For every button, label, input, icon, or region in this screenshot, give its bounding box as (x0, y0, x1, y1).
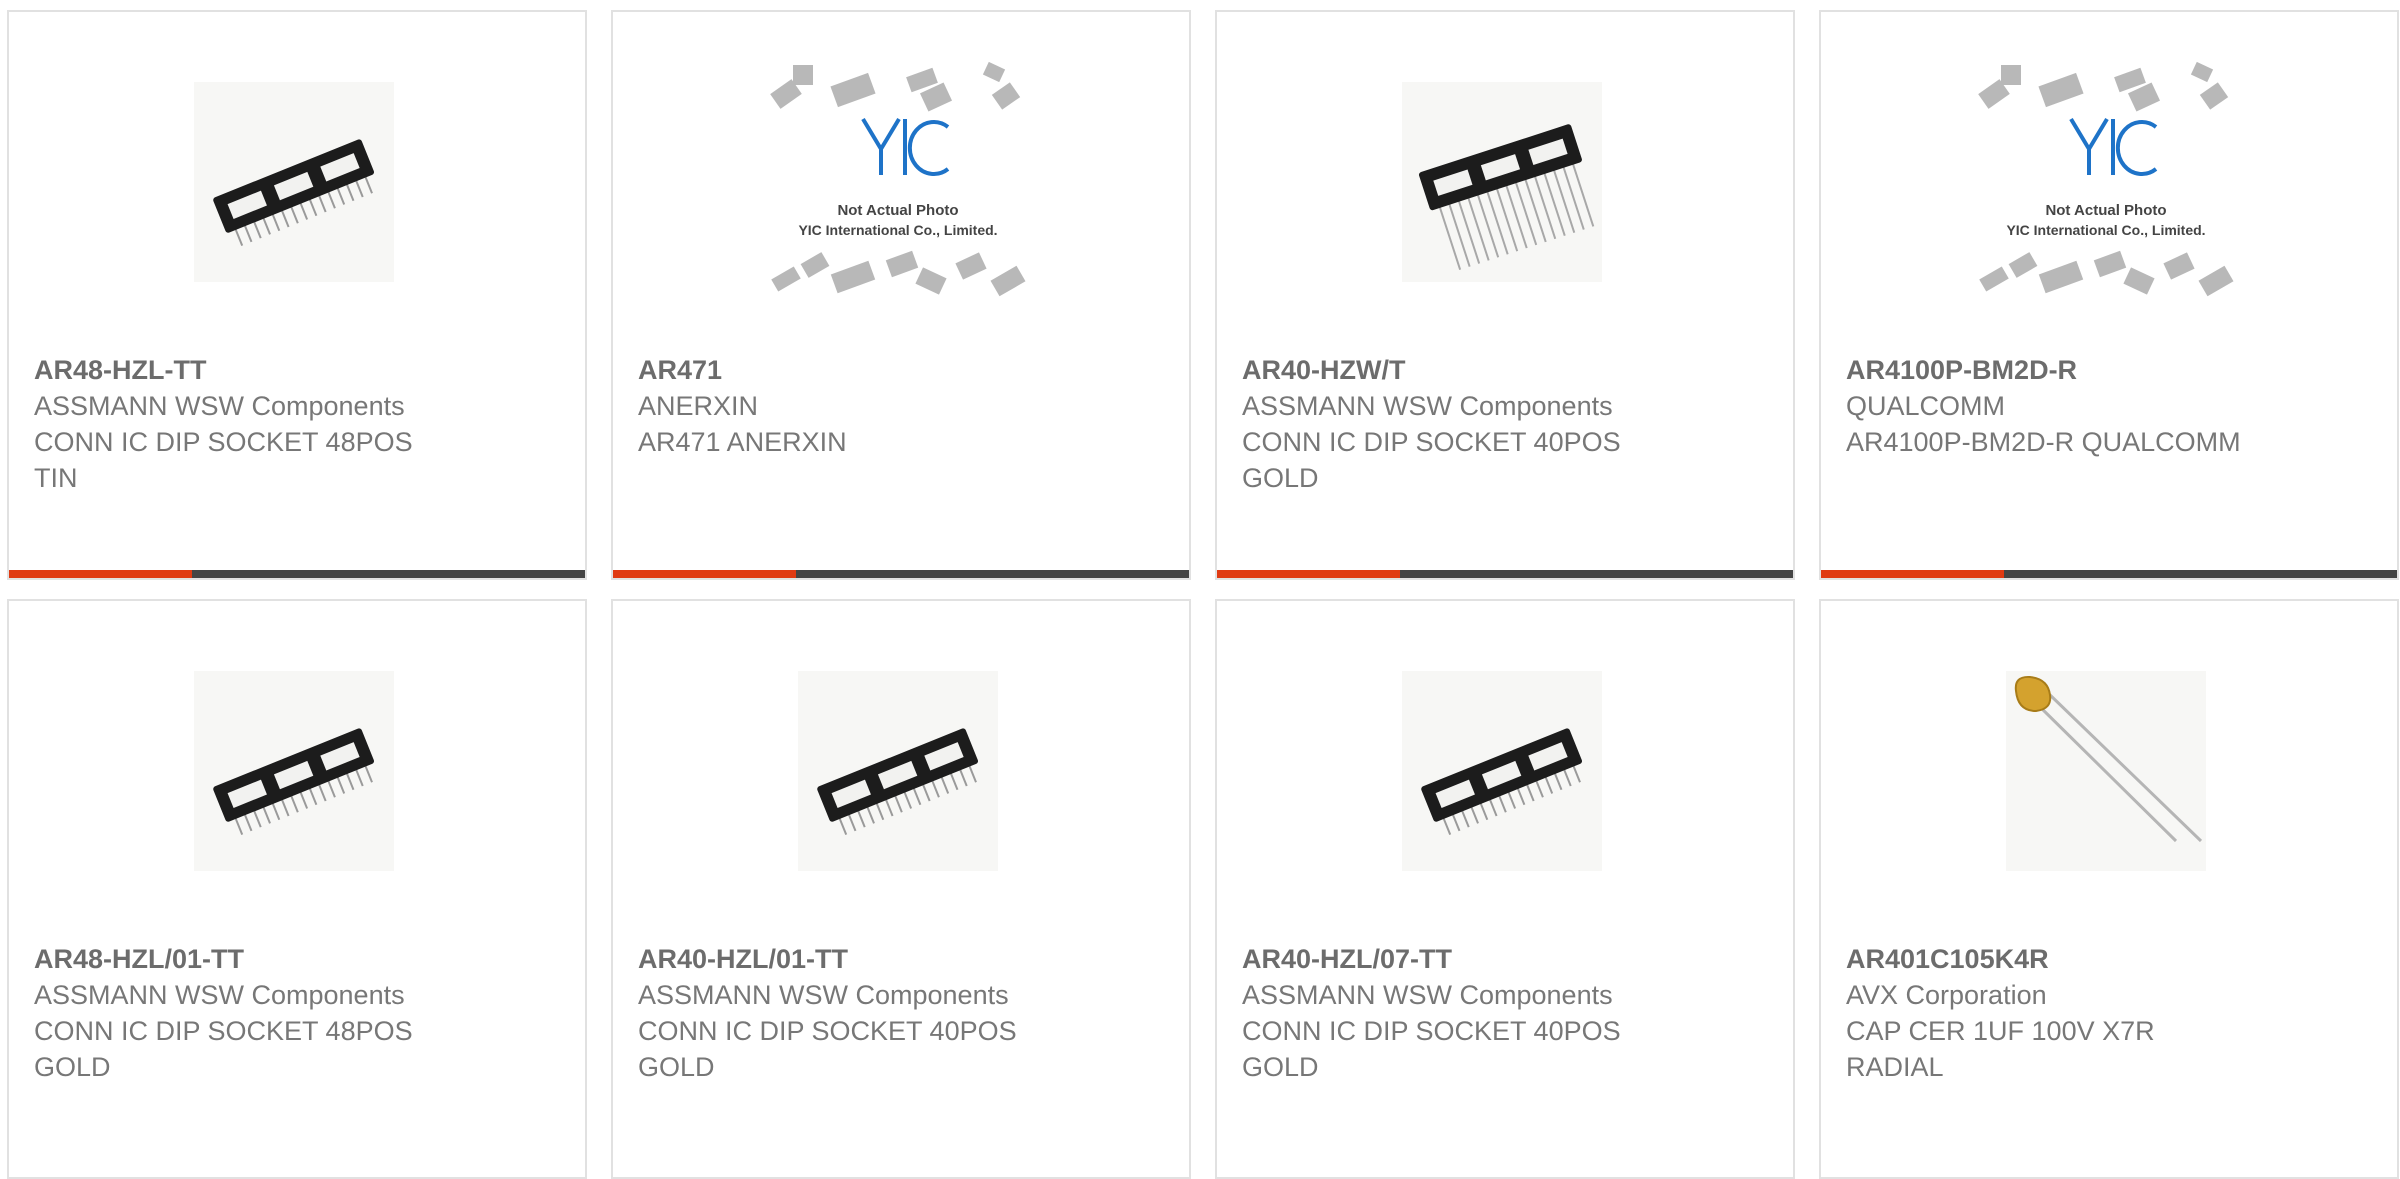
part-number[interactable]: AR40-HZL/01-TT (638, 941, 1158, 977)
manufacturer: ANERXIN (638, 391, 759, 421)
part-number[interactable]: AR48-HZL/01-TT (34, 941, 554, 977)
accent-segment (613, 570, 796, 578)
product-card[interactable]: AR40-HZW/T ASSMANN WSW Components CONN I… (1215, 10, 1795, 580)
part-number[interactable]: AR471 (638, 352, 1158, 388)
product-card[interactable]: AR40-HZL/01-TT ASSMANN WSW Components CO… (611, 599, 1191, 1179)
description: CONN IC DIP SOCKET 48POS TIN (34, 427, 413, 493)
product-card[interactable]: Not Actual Photo YIC International Co., … (1819, 10, 2399, 580)
description: CONN IC DIP SOCKET 40POS GOLD (1242, 427, 1621, 493)
part-number[interactable]: AR40-HZW/T (1242, 352, 1762, 388)
accent-segment (9, 570, 192, 578)
description: AR471 ANERXIN (638, 427, 847, 457)
manufacturer: ASSMANN WSW Components (1242, 391, 1613, 421)
card-footer-bar (1217, 570, 1793, 578)
yic-placeholder-logo[interactable]: Not Actual Photo YIC International Co., … (1971, 57, 2241, 317)
manufacturer: ASSMANN WSW Components (638, 980, 1009, 1010)
product-card[interactable]: AR48-HZL-TT ASSMANN WSW Components CONN … (7, 10, 587, 580)
placeholder-caption-line2: YIC International Co., Limited. (2006, 222, 2205, 238)
yic-placeholder-logo[interactable]: Not Actual Photo YIC International Co., … (763, 57, 1033, 317)
placeholder-caption-line1: Not Actual Photo (2045, 202, 2166, 219)
dip-socket-icon[interactable] (194, 82, 394, 282)
manufacturer: ASSMANN WSW Components (1242, 980, 1613, 1010)
dip-socket-icon[interactable] (194, 671, 394, 871)
description: CAP CER 1UF 100V X7R RADIAL (1846, 1016, 2155, 1082)
ceramic-capacitor-icon[interactable] (2006, 671, 2206, 871)
dip-socket-long-pins-icon[interactable] (1402, 82, 1602, 282)
accent-segment (1217, 570, 1400, 578)
manufacturer: QUALCOMM (1846, 391, 2006, 421)
product-card[interactable]: AR48-HZL/01-TT ASSMANN WSW Components CO… (7, 599, 587, 1179)
manufacturer: ASSMANN WSW Components (34, 391, 405, 421)
part-number[interactable]: AR401C105K4R (1846, 941, 2366, 977)
dip-socket-icon[interactable] (798, 671, 998, 871)
manufacturer: ASSMANN WSW Components (34, 980, 405, 1010)
card-footer-bar (9, 570, 585, 578)
manufacturer: AVX Corporation (1846, 980, 2047, 1010)
accent-segment (1821, 570, 2004, 578)
placeholder-caption-line1: Not Actual Photo (837, 202, 958, 219)
description: CONN IC DIP SOCKET 48POS GOLD (34, 1016, 413, 1082)
card-footer-bar (1821, 570, 2397, 578)
part-number[interactable]: AR40-HZL/07-TT (1242, 941, 1762, 977)
placeholder-caption-line2: YIC International Co., Limited. (798, 222, 997, 238)
product-card[interactable]: Not Actual Photo YIC International Co., … (611, 10, 1191, 580)
part-number[interactable]: AR48-HZL-TT (34, 352, 554, 388)
card-footer-bar (613, 570, 1189, 578)
part-number[interactable]: AR4100P-BM2D-R (1846, 352, 2366, 388)
description: CONN IC DIP SOCKET 40POS GOLD (638, 1016, 1017, 1082)
dip-socket-icon[interactable] (1402, 671, 1602, 871)
description: CONN IC DIP SOCKET 40POS GOLD (1242, 1016, 1621, 1082)
product-card[interactable]: AR40-HZL/07-TT ASSMANN WSW Components CO… (1215, 599, 1795, 1179)
product-card[interactable]: AR401C105K4R AVX Corporation CAP CER 1UF… (1819, 599, 2399, 1179)
description: AR4100P-BM2D-R QUALCOMM (1846, 427, 2241, 457)
